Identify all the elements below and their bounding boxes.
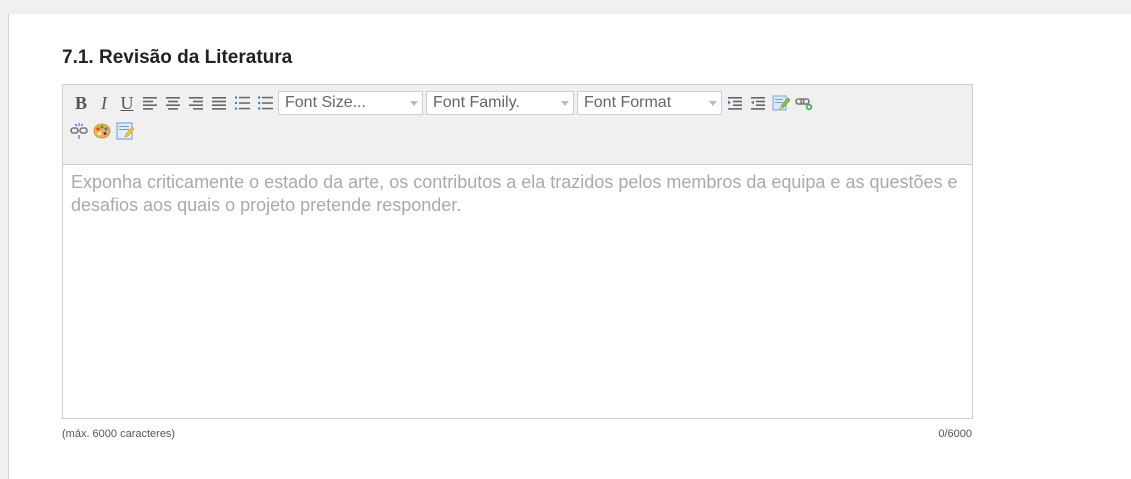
align-left-icon — [143, 96, 157, 110]
color-button[interactable] — [92, 121, 112, 141]
indent-button[interactable] — [725, 93, 745, 113]
unlink-button[interactable] — [69, 121, 89, 141]
unordered-list-button[interactable] — [255, 93, 275, 113]
html-source-button[interactable] — [115, 121, 135, 141]
font-format-label: Font Format — [584, 94, 672, 111]
char-counter: 0/6000 — [938, 428, 972, 440]
font-size-label: Font Size... — [285, 94, 366, 111]
ordered-list-button[interactable] — [232, 93, 252, 113]
italic-button[interactable]: I — [94, 93, 114, 113]
link-button[interactable] — [794, 93, 814, 113]
ordered-list-icon — [234, 96, 250, 110]
underline-icon: U — [120, 92, 134, 113]
font-family-select[interactable]: Font Family. — [426, 91, 574, 115]
edit-pencil-icon — [772, 95, 790, 111]
align-left-button[interactable] — [140, 93, 160, 113]
toolbar-row-1: B I U Font Size... Font Family. Font For… — [71, 90, 817, 116]
section-title: 7.1. Revisão da Literatura — [62, 47, 293, 68]
align-right-button[interactable] — [186, 93, 206, 113]
align-center-icon — [166, 96, 180, 110]
outdent-icon — [751, 96, 765, 110]
color-palette-icon — [93, 123, 111, 139]
chevron-down-icon — [561, 100, 569, 106]
editor-content-area[interactable]: Exponha criticamente o estado da arte, o… — [63, 165, 972, 418]
unlink-icon — [70, 123, 88, 139]
indent-icon — [728, 96, 742, 110]
italic-icon: I — [101, 92, 107, 113]
bold-button[interactable]: B — [71, 93, 91, 113]
link-icon — [795, 98, 813, 111]
align-right-icon — [189, 96, 203, 110]
align-justify-button[interactable] — [209, 93, 229, 113]
font-family-label: Font Family. — [433, 94, 520, 111]
editor-toolbar: B I U Font Size... Font Family. Font For… — [63, 85, 972, 165]
html-source-icon — [116, 122, 134, 140]
editor-placeholder: Exponha criticamente o estado da arte, o… — [71, 172, 958, 215]
align-center-button[interactable] — [163, 93, 183, 113]
bold-icon: B — [74, 92, 87, 113]
chevron-down-icon — [709, 100, 717, 106]
edit-button[interactable] — [771, 93, 791, 113]
font-size-select[interactable]: Font Size... — [278, 91, 423, 115]
rich-text-editor: B I U Font Size... Font Family. Font For… — [62, 84, 973, 419]
unordered-list-icon — [257, 96, 273, 110]
font-format-select[interactable]: Font Format — [577, 91, 722, 115]
toolbar-row-2 — [69, 118, 138, 144]
outdent-button[interactable] — [748, 93, 768, 113]
max-chars-hint: (máx. 6000 caracteres) — [62, 428, 176, 440]
chevron-down-icon — [410, 100, 418, 106]
align-justify-icon — [212, 96, 226, 110]
underline-button[interactable]: U — [117, 93, 137, 113]
